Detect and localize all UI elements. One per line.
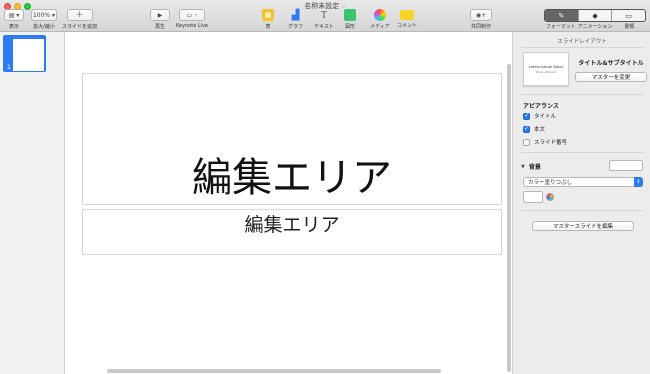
divider <box>521 210 643 211</box>
inspector-header: スライドレイアウト <box>557 39 607 45</box>
subtitle-text: 編集エリア <box>244 214 340 236</box>
tab-animate[interactable]: ◆ <box>577 10 612 21</box>
chart-icon: ▟ <box>291 9 300 21</box>
slide-number: 1 <box>7 64 11 71</box>
add-slide-button[interactable]: + スライドを追加 <box>62 9 97 30</box>
title-checkbox-row[interactable]: ✓ タイトル <box>523 112 556 120</box>
checkbox-slide-number[interactable] <box>523 138 530 146</box>
edit-master-slide-button[interactable]: マスタースライドを編集 <box>532 221 634 231</box>
fill-color-swatch[interactable] <box>523 191 543 203</box>
keynote-live-button[interactable]: ▭ ◦ Keynote Live <box>176 9 208 29</box>
disclosure-triangle-icon[interactable]: ▼ <box>521 164 525 170</box>
slide[interactable]: 編集エリア 編集エリア <box>71 37 509 367</box>
master-slide-thumbnail[interactable]: Lorem Ipsum Dolor Dolor sit amet <box>523 52 569 86</box>
divider <box>521 152 643 153</box>
media-button[interactable]: メディア <box>370 9 390 30</box>
checkbox-body[interactable]: ✓ <box>523 125 530 133</box>
fill-type-select[interactable]: カラー塗りつぶし ⇕ <box>523 177 643 187</box>
shape-icon <box>344 9 356 21</box>
comment-icon <box>400 10 414 20</box>
inspector-tab-labels: フォーマット アニメーション 書類 <box>544 23 646 30</box>
color-wheel-icon[interactable] <box>546 193 554 201</box>
tab-format-label: フォーマット <box>545 24 576 30</box>
stepper-arrows-icon: ⇕ <box>634 177 643 187</box>
text-icon: T <box>320 9 327 21</box>
table-button[interactable]: ▦ 表 <box>262 9 274 30</box>
keynote-live-icon: ▭ ◦ <box>179 9 206 21</box>
document-icon: ▭ <box>625 11 632 20</box>
change-master-button[interactable]: マスターを変更 <box>575 72 647 82</box>
slide-number-checkbox-row[interactable]: スライド番号 <box>523 138 567 146</box>
title-placeholder[interactable]: 編集エリア <box>82 73 502 205</box>
tab-document-label: 書類 <box>624 24 635 30</box>
collaborate-icon: ◉+ <box>470 9 492 21</box>
play-button[interactable]: ▶ 再生 <box>150 9 170 30</box>
animate-diamond-icon: ◆ <box>592 11 598 20</box>
format-inspector: スライドレイアウト Lorem Ipsum Dolor Dolor sit am… <box>512 32 650 374</box>
sidebar-view-icon: ▤ ▾ <box>4 9 24 21</box>
table-icon: ▦ <box>262 9 274 21</box>
zoom-value: 100% <box>32 11 51 19</box>
view-button[interactable]: ▤ ▾ 表示 <box>4 9 24 30</box>
horizontal-scrollbar[interactable] <box>107 369 441 373</box>
collaborate-button[interactable]: ◉+ 共同制作 <box>470 9 492 30</box>
chart-button[interactable]: ▟ グラフ <box>288 9 303 31</box>
tab-animate-label: アニメーション <box>577 24 613 30</box>
master-thumbnail-subtitle: Dolor sit amet <box>536 70 556 74</box>
vertical-scrollbar[interactable] <box>507 64 511 372</box>
title-text: 編集エリア <box>192 155 392 201</box>
checkbox-title[interactable]: ✓ <box>523 112 530 120</box>
background-color-well[interactable] <box>609 160 643 171</box>
inspector-tab-group: ✎ ◆ ▭ <box>544 9 646 22</box>
slide-canvas: 編集エリア 編集エリア <box>65 32 512 374</box>
format-brush-icon: ✎ <box>558 11 565 20</box>
toolbar: 名称未設定 ⌵ ▤ ▾ 表示 100% ▾ 拡大/縮小 + スライドを追加 ▶ 再… <box>0 0 650 32</box>
slide-thumbnail-selected[interactable]: 1 <box>3 35 46 72</box>
divider <box>521 94 643 95</box>
background-row[interactable]: ▼ 背景 <box>521 162 541 172</box>
tab-document[interactable]: ▭ <box>611 10 645 21</box>
appearance-heading: アピアランス <box>523 103 559 110</box>
shape-button[interactable]: 図形 <box>344 9 356 30</box>
tab-format[interactable]: ✎ <box>545 10 578 21</box>
play-icon: ▶ <box>150 9 170 21</box>
body-checkbox-row[interactable]: ✓ 本文 <box>523 125 545 133</box>
text-button[interactable]: T テキスト <box>314 9 334 31</box>
keynote-window: 名称未設定 ⌵ ▤ ▾ 表示 100% ▾ 拡大/縮小 + スライドを追加 ▶ 再… <box>0 0 650 374</box>
master-thumbnail-title: Lorem Ipsum Dolor <box>528 65 564 69</box>
slide-navigator: 1 <box>0 32 65 374</box>
master-name: タイトル&サブタイトル <box>578 60 644 67</box>
divider <box>521 47 643 48</box>
comment-button[interactable]: コメント <box>397 9 417 29</box>
slide-thumbnail[interactable] <box>13 39 44 71</box>
subtitle-placeholder[interactable]: 編集エリア <box>82 209 502 255</box>
plus-icon: + <box>66 9 93 21</box>
media-icon <box>373 9 386 21</box>
chevron-down-icon: ▾ <box>50 11 56 19</box>
zoom-control[interactable]: 100% ▾ 拡大/縮小 <box>31 9 57 30</box>
